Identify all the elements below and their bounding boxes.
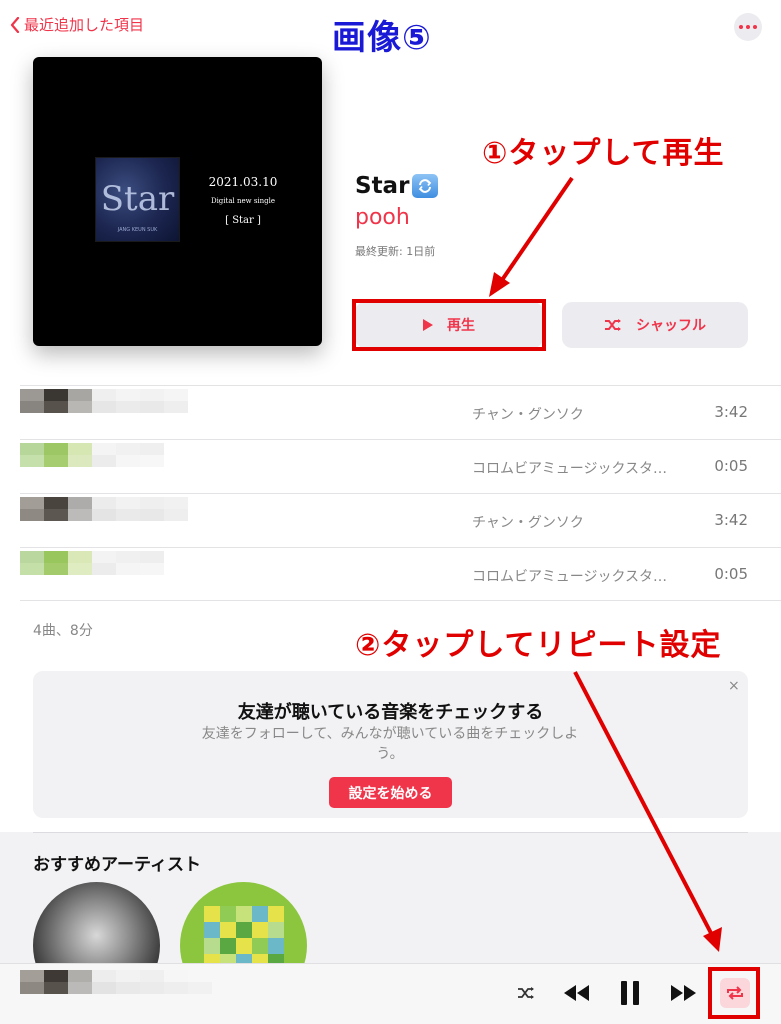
album-cover: Star JANG KEUN SUK 2021.03.10 Digital ne… — [33, 57, 322, 346]
track-duration: 0:05 — [714, 457, 748, 475]
ellipsis-icon — [739, 25, 743, 29]
annotation-highlight-play — [352, 299, 546, 351]
track-artist: チャン・グンソク — [472, 407, 584, 423]
track-artwork-blurred — [20, 497, 188, 545]
track-row[interactable]: チャン・グンソク 3:42 — [20, 493, 781, 547]
forward-icon — [671, 985, 696, 1001]
track-artist: チャン・グンソク — [472, 515, 584, 531]
get-started-button[interactable]: 設定を始める — [329, 777, 452, 808]
album-title: Star — [355, 173, 439, 199]
track-summary: 4曲、8分 — [33, 623, 93, 639]
more-button[interactable] — [734, 13, 762, 41]
back-button[interactable]: 最近追加した項目 — [10, 14, 144, 35]
annotation-step2: ②タップしてリピート設定 — [355, 628, 722, 663]
cover-date: 2021.03.10 — [208, 175, 278, 189]
track-artwork-blurred — [20, 389, 188, 437]
album-artist[interactable]: pooh — [355, 205, 410, 230]
album-title-text: Star — [355, 173, 410, 199]
last-updated: 最終更新: 1日前 — [355, 245, 436, 258]
track-artwork-blurred — [20, 443, 164, 491]
annotation-highlight-repeat — [708, 967, 760, 1019]
cover-small-text: JANG KEUN SUK — [117, 227, 158, 233]
cover-line3: [ Star ] — [225, 215, 261, 226]
pause-button[interactable] — [616, 979, 644, 1007]
cover-word: Star — [100, 179, 175, 219]
track-duration: 3:42 — [714, 403, 748, 421]
cover-line2: Digital new single — [210, 197, 276, 205]
track-row[interactable]: コロムビアミュージックスタ… 0:05 — [20, 439, 781, 493]
pause-icon — [621, 981, 639, 1005]
chevron-left-icon — [10, 16, 20, 33]
track-row[interactable]: チャン・グンソク 3:42 — [20, 385, 781, 439]
track-duration: 0:05 — [714, 565, 748, 583]
divider — [33, 832, 748, 833]
annotation-arrowhead-1 — [489, 272, 510, 297]
track-duration: 3:42 — [714, 511, 748, 529]
next-button[interactable] — [669, 979, 697, 1007]
shuffle-label: シャッフル — [636, 318, 706, 334]
back-label: 最近追加した項目 — [24, 16, 145, 34]
track-artist: コロムビアミュージックスタ… — [472, 569, 668, 585]
annotation-image-label: 画像⑤ — [332, 18, 432, 58]
shuffle-icon — [605, 319, 621, 331]
shuffle-icon — [518, 987, 534, 999]
track-row[interactable]: コロムビアミュージックスタ… 0:05 — [20, 547, 781, 601]
annotation-step1: ①タップして再生 — [482, 136, 725, 171]
shuffle-toggle[interactable] — [512, 979, 540, 1007]
previous-button[interactable] — [563, 979, 591, 1007]
sync-icon — [412, 174, 439, 198]
now-playing-artwork-blurred[interactable] — [20, 970, 212, 1018]
recommended-title: おすすめアーティスト — [33, 855, 201, 875]
track-artist: コロムビアミュージックスタ… — [472, 461, 668, 477]
close-icon[interactable]: × — [728, 678, 740, 694]
friends-card-description: 友達をフォローして、みんなが聴いている曲をチェックしよう。 — [201, 726, 579, 762]
friends-card-title: 友達が聴いている音楽をチェックする — [237, 702, 544, 723]
shuffle-button[interactable]: シャッフル — [562, 302, 748, 348]
track-artwork-blurred — [20, 551, 164, 599]
annotation-arrow-1 — [498, 176, 574, 285]
rewind-icon — [564, 985, 589, 1001]
